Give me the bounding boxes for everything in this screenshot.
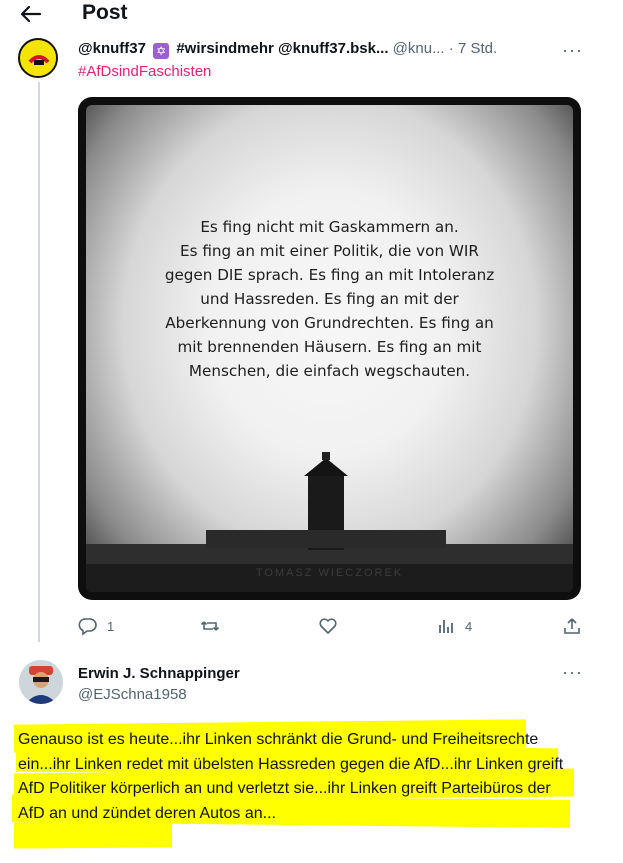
post-actions-bar: 1 4 [78,615,588,637]
share-icon [564,618,580,634]
reply-author-name[interactable]: Erwin J. Schnappinger [78,665,240,682]
image-watermark: TOMASZ WIECZOREK [255,567,404,579]
repost-button[interactable] [200,615,220,637]
star-of-david-emoji-icon: ✡ [153,43,170,59]
quote-line: mit brennenden Häusern. Es fing an mit [177,338,482,356]
reply-body-text: Genauso ist es heute...ihr Linken schrän… [18,731,564,822]
reply-bubble-icon [78,618,97,636]
reply-count: 1 [107,618,115,634]
anti-fascism-logo-icon [21,41,56,76]
arrow-left-icon [20,5,42,23]
quote-line: Es fing an mit einer Politik, die von WI… [180,242,479,260]
like-button[interactable] [318,615,338,637]
views-count: 4 [465,618,473,634]
author-avatar[interactable] [18,38,58,78]
page-title: Post [82,1,128,24]
quote-line: Es fing nicht mit Gaskammern an. [200,218,459,236]
quote-line: und Hassreden. Es fing an mit der [200,290,459,308]
bar-chart-icon [439,620,453,633]
post-image[interactable]: Es fing nicht mit Gaskammern an. Es fing… [78,97,581,600]
post-author-line: @knuff37 ✡ #wirsindmehr @knuff37.bsk... … [78,40,578,60]
author-name-suffix[interactable]: #wirsindmehr @knuff37.bsk... [176,40,388,57]
quote-line: gegen DIE sprach. Es fing an mit Intoler… [164,266,495,284]
person-photo-icon [19,660,63,704]
top-bar: Post [0,0,623,30]
image-content: Es fing nicht mit Gaskammern an. Es fing… [86,105,573,592]
repost-icon [200,621,220,631]
reply-author-handle[interactable]: @EJSchna1958 [78,686,187,703]
reply-more-button[interactable]: ··· [562,662,583,683]
hashtag-link[interactable]: #AfDsindFaschisten [78,63,211,80]
image-quote-text: Es fing nicht mit Gaskammern an. Es fing… [126,215,533,383]
post-timestamp[interactable]: 7 Std. [458,40,497,57]
author-handle[interactable]: @knu... [393,40,445,57]
quote-line: Aberkennung von Grundrechten. Es fing an [165,314,494,332]
share-button[interactable] [562,615,582,637]
quote-line: Menschen, die einfach wegschauten. [188,362,471,380]
reply-button[interactable]: 1 [78,615,114,637]
author-display-name[interactable]: @knuff37 [78,40,146,57]
thread-connector-line [38,82,40,642]
reply-author-avatar[interactable] [19,660,63,704]
separator-dot: · [448,40,454,57]
back-button[interactable] [18,2,44,26]
post-more-button[interactable]: ··· [562,40,583,61]
views-button[interactable]: 4 [436,615,472,637]
heart-icon [319,618,337,634]
